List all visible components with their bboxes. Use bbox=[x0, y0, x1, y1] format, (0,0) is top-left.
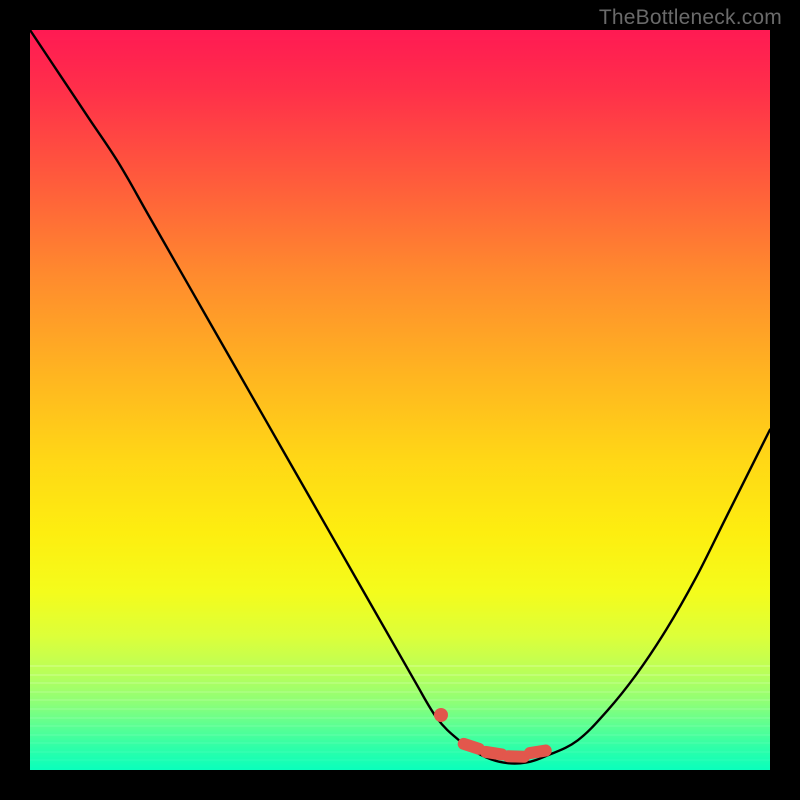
gradient-band-lines bbox=[30, 663, 770, 770]
marker-dot bbox=[434, 708, 448, 722]
chart-frame: TheBottleneck.com bbox=[0, 0, 800, 800]
watermark-text: TheBottleneck.com bbox=[599, 6, 782, 30]
optimal-range-highlight bbox=[479, 745, 509, 761]
bottleneck-curve bbox=[30, 30, 770, 770]
optimal-range-highlight bbox=[456, 736, 486, 756]
optimal-range-highlight bbox=[523, 744, 553, 760]
chart-plot-area bbox=[30, 30, 770, 770]
optimal-range-highlight bbox=[502, 750, 531, 763]
